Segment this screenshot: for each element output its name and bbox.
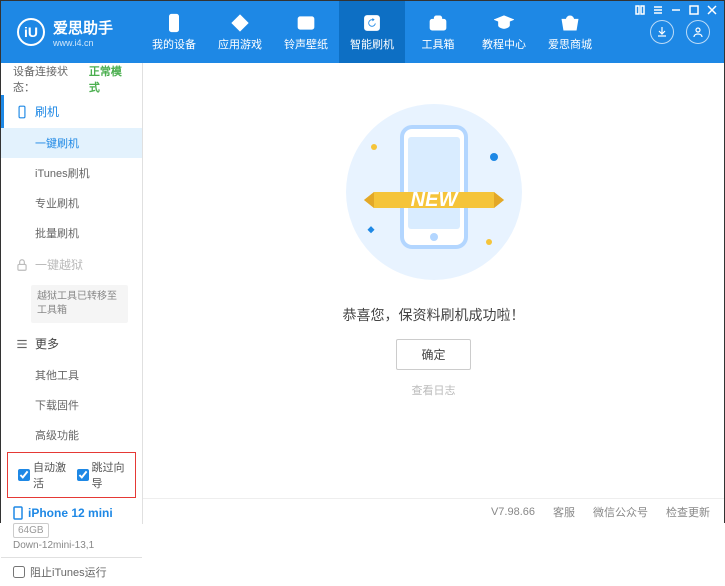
window-controls	[633, 3, 719, 17]
prevent-itunes-checkbox[interactable]: 阻止iTunes运行	[1, 557, 142, 586]
graduation-icon	[494, 13, 514, 33]
download-button[interactable]	[650, 20, 674, 44]
minimize-button[interactable]	[669, 3, 683, 17]
nav-apps[interactable]: 应用游戏	[207, 1, 273, 63]
logo-icon: iU	[17, 18, 45, 46]
header: iU 爱思助手 www.i4.cn 我的设备 应用游戏 铃声壁纸 智能刷机 工具…	[1, 1, 724, 63]
phone-icon	[15, 105, 29, 119]
toolbox-icon	[428, 13, 448, 33]
top-nav: 我的设备 应用游戏 铃声壁纸 智能刷机 工具箱 教程中心 爱思商城	[141, 1, 650, 63]
auto-activate-checkbox[interactable]: 自动激活	[18, 459, 67, 491]
sidebar-item-batch-flash[interactable]: 批量刷机	[1, 218, 142, 248]
sidebar-section-more[interactable]: 更多	[1, 327, 142, 360]
menu-icon	[15, 337, 29, 351]
device-capacity: 64GB	[13, 523, 49, 538]
nav-tutorial[interactable]: 教程中心	[471, 1, 537, 63]
refresh-icon	[362, 13, 382, 33]
sidebar-item-advanced[interactable]: 高级功能	[1, 420, 142, 450]
skip-guide-checkbox[interactable]: 跳过向导	[77, 459, 126, 491]
sidebar-item-itunes-flash[interactable]: iTunes刷机	[1, 158, 142, 188]
view-log-link[interactable]: 查看日志	[412, 382, 456, 398]
device-name[interactable]: iPhone 12 mini	[13, 506, 130, 520]
flash-options: 自动激活 跳过向导	[7, 452, 136, 498]
connection-status: 设备连接状态：正常模式	[1, 63, 142, 95]
menu-icon[interactable]	[651, 3, 665, 17]
device-identifier: Down-12mini-13,1	[13, 540, 130, 551]
version-label: V7.98.66	[491, 506, 535, 518]
update-link[interactable]: 检查更新	[666, 504, 710, 520]
device-info: iPhone 12 mini 64GB Down-12mini-13,1	[1, 500, 142, 557]
logo-area: iU 爱思助手 www.i4.cn	[1, 17, 141, 48]
sidebar-item-other-tools[interactable]: 其他工具	[1, 360, 142, 390]
nav-tools[interactable]: 工具箱	[405, 1, 471, 63]
sidebar-item-download-firmware[interactable]: 下载固件	[1, 390, 142, 420]
main-content: NEW 恭喜您，保资料刷机成功啦！ 确定 查看日志 V7.98.66 客服 微信…	[143, 63, 724, 524]
apps-icon	[230, 13, 250, 33]
svg-text:NEW: NEW	[410, 189, 459, 211]
footer: V7.98.66 客服 微信公众号 检查更新	[143, 498, 724, 524]
sidebar-item-oneclick-flash[interactable]: 一键刷机	[1, 128, 142, 158]
sidebar-section-jailbreak[interactable]: 一键越狱	[1, 248, 142, 281]
sidebar-item-pro-flash[interactable]: 专业刷机	[1, 188, 142, 218]
header-right	[650, 20, 724, 44]
nav-store[interactable]: 爱思商城	[537, 1, 603, 63]
service-link[interactable]: 客服	[553, 504, 575, 520]
lock-icon	[15, 258, 29, 272]
sidebar-section-flash[interactable]: 刷机	[1, 95, 142, 128]
sidebar: 设备连接状态：正常模式 刷机 一键刷机 iTunes刷机 专业刷机 批量刷机 一…	[1, 63, 143, 524]
nav-flash[interactable]: 智能刷机	[339, 1, 405, 63]
store-icon	[560, 13, 580, 33]
close-button[interactable]	[705, 3, 719, 17]
app-url: www.i4.cn	[53, 38, 113, 48]
success-message: 恭喜您，保资料刷机成功啦！	[343, 305, 525, 325]
jailbreak-note: 越狱工具已转移至工具箱	[31, 285, 128, 323]
layout-icon[interactable]	[633, 3, 647, 17]
maximize-button[interactable]	[687, 3, 701, 17]
phone-icon	[164, 13, 184, 33]
nav-ringtone[interactable]: 铃声壁纸	[273, 1, 339, 63]
app-name: 爱思助手	[53, 17, 113, 38]
ok-button[interactable]: 确定	[396, 339, 470, 370]
success-illustration: NEW 恭喜您，保资料刷机成功啦！ 确定 查看日志	[143, 63, 724, 398]
archive-icon	[296, 13, 316, 33]
user-button[interactable]	[686, 20, 710, 44]
phone-icon	[13, 506, 23, 520]
wechat-link[interactable]: 微信公众号	[593, 504, 648, 520]
nav-device[interactable]: 我的设备	[141, 1, 207, 63]
